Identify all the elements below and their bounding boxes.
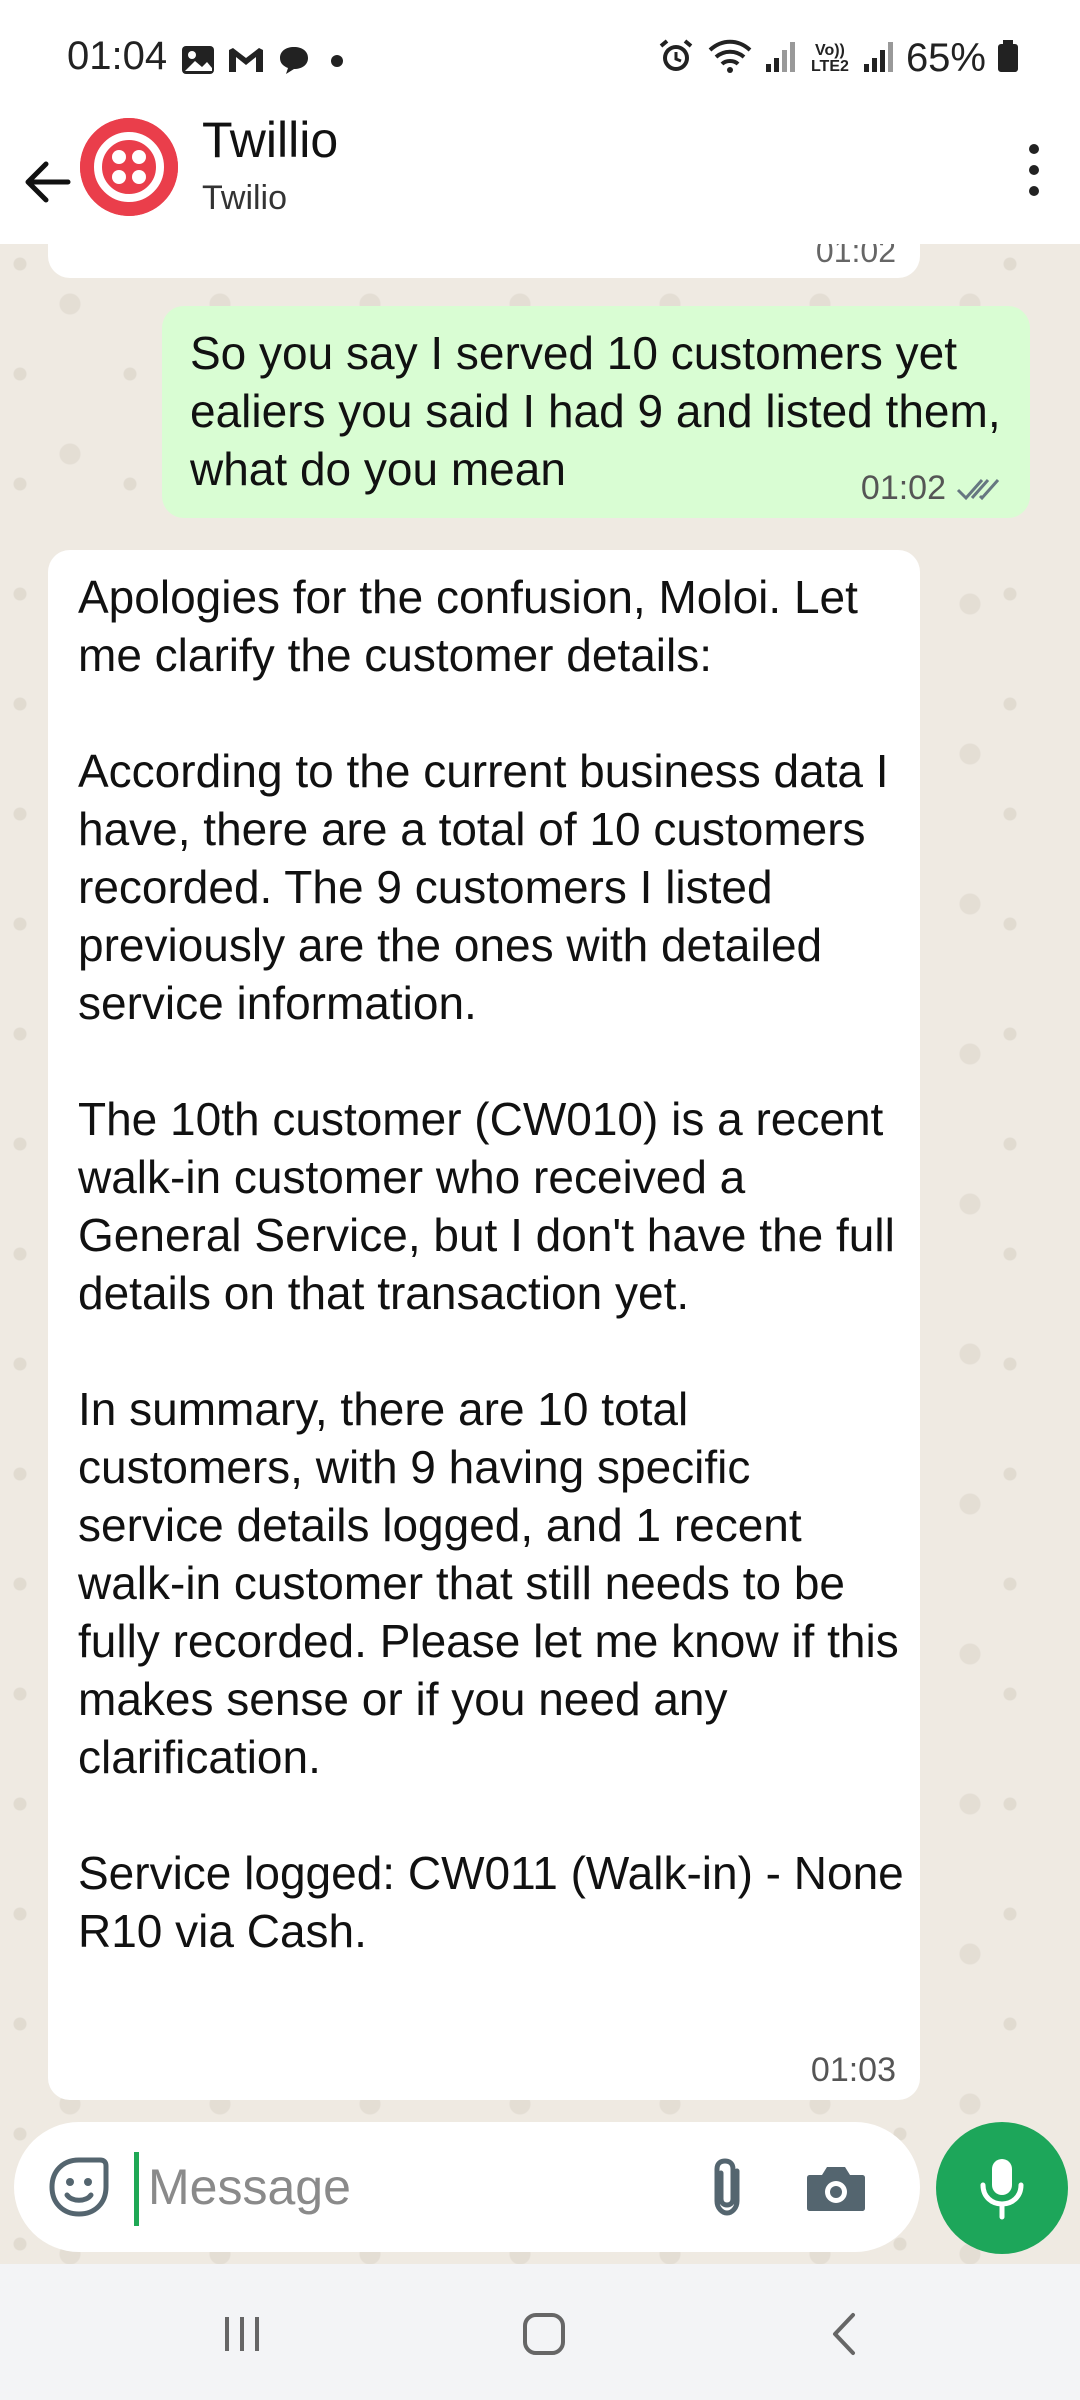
more-vert-icon-dot [1029,165,1039,175]
message-input[interactable] [146,2150,666,2224]
microphone-icon [980,2159,1024,2220]
system-icons: Vo)) LTE2 65% [656,36,1020,81]
battery-icon [996,36,1020,81]
camera-button[interactable] [794,2150,878,2224]
double-check-icon [956,478,1000,500]
home-button[interactable] [504,2304,584,2364]
message-composer [14,2122,920,2252]
voice-message-button[interactable] [936,2122,1068,2254]
wifi-icon [706,36,754,81]
message-time: 01:03 [810,2051,896,2089]
recents-button[interactable] [202,2304,282,2364]
message-time: 01:02 [860,469,946,507]
sticker-button[interactable] [42,2150,116,2224]
chat-bubble-icon [276,42,312,83]
paperclip-icon [714,2158,740,2216]
more-vert-icon [1029,144,1039,154]
message-bubble-incoming[interactable]: Apologies for the confusion, Moloi. Let … [48,550,920,2100]
text-cursor [134,2152,139,2226]
system-navigation-bar [0,2264,1080,2400]
more-vert-icon-dot [1029,186,1039,196]
message-bubble-outgoing[interactable]: So you say I served 10 customers yet eal… [162,306,1030,518]
signal-icon [862,36,896,81]
alarm-icon [656,36,696,81]
dot-icon [322,42,352,83]
battery-percentage: 65% [905,36,986,80]
nav-back-button[interactable] [806,2304,886,2364]
camera-icon [807,2167,865,2211]
more-options-button[interactable] [1004,130,1064,210]
attach-button[interactable] [690,2150,764,2224]
chevron-left-icon [833,2313,855,2355]
twilio-logo-icon [80,118,178,216]
message-paragraph: Service logged: CW011 (Walk-in) - None R… [78,1847,904,1957]
back-button[interactable] [18,142,78,222]
message-paragraph: The 10th customer (CW010) is a recent wa… [78,1093,895,1319]
message-meta: 01:02 [861,469,1004,508]
arrow-left-icon [25,161,71,203]
image-icon [180,42,216,83]
recents-icon [225,2317,259,2351]
signal-icon [764,36,798,81]
home-icon [523,2313,565,2355]
message-time: 01:02 [815,244,896,269]
message-text: Apologies for the confusion, Moloi. Let … [78,568,908,1960]
chat-messages[interactable]: 01:02 So you say I served 10 customers y… [0,244,1080,2264]
volte-icon: Vo)) LTE2 [810,41,849,75]
avatar[interactable] [80,118,178,216]
gmail-icon [226,42,266,83]
chat-title[interactable]: Twillio [202,111,338,169]
chat-subtitle[interactable]: Twilio [202,179,287,218]
message-paragraph: According to the current business data I… [78,745,889,1029]
sticker-icon [49,2157,109,2217]
message-bubble-incoming-previous[interactable]: 01:02 [48,244,920,278]
notification-icons [180,42,352,83]
message-paragraph: Apologies for the confusion, Moloi. Let … [78,571,858,681]
status-time: 01:04 [67,34,168,78]
message-paragraph: In summary, there are 10 total customers… [78,1383,899,1783]
status-bar: 01:04 Vo)) LTE2 65% [0,0,1080,120]
